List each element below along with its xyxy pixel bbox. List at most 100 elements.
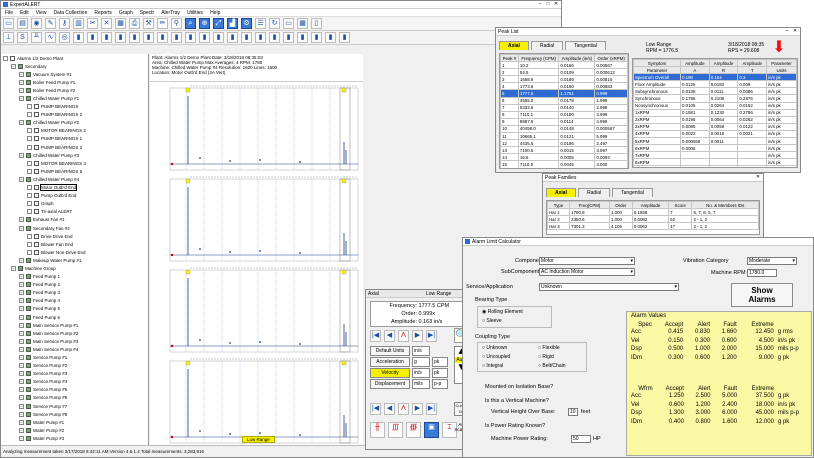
tree-item[interactable]: − Machine Group xyxy=(1,264,148,272)
tree-item[interactable]: − Service Pump #8 xyxy=(1,410,148,418)
tree-item[interactable]: − Secondary Fan #4 xyxy=(1,224,148,232)
coupling-option[interactable]: ○ Rigid xyxy=(538,354,554,360)
table-row[interactable]: Subsynchronous 0.0135 0.0111 0.0086 in/s pk xyxy=(633,87,797,96)
bars1-icon[interactable]: ▮ xyxy=(143,32,154,43)
menu-item[interactable]: File xyxy=(5,10,13,16)
save-icon[interactable]: ▤ xyxy=(17,18,28,29)
tree-item[interactable]: − Boiler Feed Pump #2 xyxy=(1,86,148,94)
tree-item[interactable]: − Feed Pump 2 xyxy=(1,281,148,289)
box6-icon[interactable]: ▮ xyxy=(297,32,308,43)
table-row[interactable]: 9xRPM in/s pk xyxy=(633,165,797,167)
box1-icon[interactable]: ▮ xyxy=(227,32,238,43)
table-row[interactable]: 6 3555.0 0.0178 1.999 xyxy=(500,96,628,105)
table-row[interactable]: 6xRPM 0.0006 in/s pk xyxy=(633,144,797,153)
table-row[interactable]: 14 16.6 0.0005 0.0094 xyxy=(500,153,628,162)
eye-icon[interactable]: ◉ xyxy=(31,18,42,29)
expand-icon[interactable]: − xyxy=(19,257,24,263)
tree-item[interactable]: Drive Drive End xyxy=(1,232,148,240)
expand-icon[interactable]: − xyxy=(19,387,24,393)
table-row[interactable]: Nonsynchronous 0.0105 0.0264 0.0152 in/s pk xyxy=(633,101,797,110)
bars2-icon[interactable]: ▮ xyxy=(157,32,168,43)
tree-item[interactable]: − Main Service Pump #3 xyxy=(1,337,148,345)
tree-item[interactable]: MOTOR BEARINGS 3 xyxy=(1,159,148,167)
expand-icon[interactable] xyxy=(27,144,32,150)
export-down-icon[interactable]: ⬇ xyxy=(770,40,788,57)
box5-icon[interactable]: ▮ xyxy=(283,32,294,43)
spectrum-icon[interactable]: ╨ xyxy=(31,32,42,43)
first-icon[interactable]: |◀ xyxy=(370,403,381,415)
tree-item[interactable]: − Main Service Pump #2 xyxy=(1,329,148,337)
tree-item[interactable]: − Service Pump #5 xyxy=(1,386,148,394)
tree-item[interactable]: − Feed Pump 4 xyxy=(1,297,148,305)
expand-icon[interactable]: − xyxy=(19,322,24,328)
table-row[interactable]: Synchronous 0.1786 0.2108 0.2876 in/s pk xyxy=(633,94,797,103)
column-header[interactable]: Amplitude xyxy=(708,59,739,68)
table-row[interactable]: 3 1668.6 0.0189 0.00815 xyxy=(500,75,628,84)
tab-axial[interactable]: Axial xyxy=(499,41,529,50)
box4-icon[interactable]: ▮ xyxy=(269,32,280,43)
tree-item[interactable]: Blower Non-Drive End xyxy=(1,248,148,256)
tree-item[interactable]: − Chilled Water Pump #1 xyxy=(1,94,148,102)
expand-icon[interactable]: − xyxy=(11,63,16,69)
expand-icon[interactable]: − xyxy=(19,346,24,352)
unit-select[interactable]: g xyxy=(412,357,430,367)
expand-icon[interactable]: − xyxy=(19,120,24,126)
bearing-option[interactable]: ◉ Rolling Element xyxy=(478,307,551,317)
table-row[interactable]: 1xRPM 0.1581 0.1230 0.2786 in/s pk xyxy=(633,108,797,117)
chart-icon[interactable]: ▟ xyxy=(227,18,238,29)
tree-item[interactable]: − Feed Pump 6 xyxy=(1,313,148,321)
zoom-icon[interactable]: ⊕ xyxy=(199,18,210,29)
tab-axial[interactable]: Axial xyxy=(546,188,576,197)
table-row[interactable]: 13 7100.5 0.0015 3.997 xyxy=(500,146,628,155)
column-header[interactable]: Freq(CPM) xyxy=(569,201,610,210)
tab-tangential[interactable]: Tangential xyxy=(612,188,653,197)
column-header[interactable]: Parameter xyxy=(766,59,797,68)
tree-item[interactable]: − Secondary xyxy=(1,62,148,70)
harmonic-cursor-icon[interactable]: ∭ xyxy=(388,422,403,438)
tree-item[interactable]: − Water Pump #2 xyxy=(1,426,148,434)
x-icon[interactable]: ✕ xyxy=(101,18,112,29)
prev-icon[interactable]: ◀ xyxy=(384,330,395,342)
power-input[interactable]: 50 xyxy=(571,435,591,443)
expand-icon[interactable]: − xyxy=(19,403,24,409)
close-icon[interactable]: ✕ xyxy=(754,174,762,181)
tree-item[interactable]: − Water Pump #1 xyxy=(1,418,148,426)
tree-item[interactable]: − Main Service Pump #1 xyxy=(1,321,148,329)
expand-icon[interactable]: − xyxy=(19,338,24,344)
expand-icon[interactable]: − xyxy=(19,298,24,304)
expand-icon[interactable] xyxy=(27,128,32,134)
expand-icon[interactable] xyxy=(27,249,32,255)
grid-icon[interactable]: ▦ xyxy=(297,18,308,29)
expand-icon[interactable]: − xyxy=(19,363,24,369)
menu-item[interactable]: Help xyxy=(210,10,220,16)
orbit-icon[interactable]: ◎ xyxy=(59,32,70,43)
tree-item[interactable]: − Water Pump #3 xyxy=(1,434,148,442)
prev-icon[interactable]: ◀ xyxy=(384,403,395,415)
menu-item[interactable]: Data Collection xyxy=(53,10,87,16)
unit-button[interactable]: Velocity xyxy=(370,368,410,378)
expand-icon[interactable]: − xyxy=(19,419,24,425)
expand-icon[interactable] xyxy=(27,136,32,142)
spectrum-plots[interactable] xyxy=(150,84,363,446)
table-row[interactable]: Floor Amplitude 0.0125 0.0183 0.009 in/s pk xyxy=(633,80,797,89)
table-row[interactable]: 7 5332.6 0.0140 2.999 xyxy=(500,103,628,112)
tree-item[interactable]: PUMP BEARINGS 2 xyxy=(1,143,148,151)
s-icon[interactable]: S xyxy=(17,32,28,43)
menu-item[interactable]: Reports xyxy=(94,10,112,16)
box7-icon[interactable]: ▮ xyxy=(311,32,322,43)
print-icon[interactable]: ⎙ xyxy=(129,18,140,29)
expand-icon[interactable] xyxy=(3,55,8,61)
unit-type-select[interactable]: pk xyxy=(432,357,448,367)
maximize-icon[interactable]: □ xyxy=(544,1,552,8)
gear-icon[interactable]: ⚙ xyxy=(241,18,252,29)
folder-icon[interactable]: ▭ xyxy=(3,18,14,29)
peak-cursor-icon[interactable]: ▣ xyxy=(424,422,439,438)
hammer-icon[interactable]: ▮ xyxy=(101,32,112,43)
tab-tangential[interactable]: Tangential xyxy=(565,41,606,50)
column-header[interactable]: Amplitude xyxy=(631,201,670,210)
list-icon[interactable]: ☰ xyxy=(255,18,266,29)
column-header[interactable]: No. & Members IDs xyxy=(691,201,759,210)
key-icon[interactable]: ⚷ xyxy=(59,18,70,29)
harmonic-icon[interactable]: Λ xyxy=(398,403,409,415)
coupling-option[interactable]: ○ Unknown xyxy=(482,345,507,351)
